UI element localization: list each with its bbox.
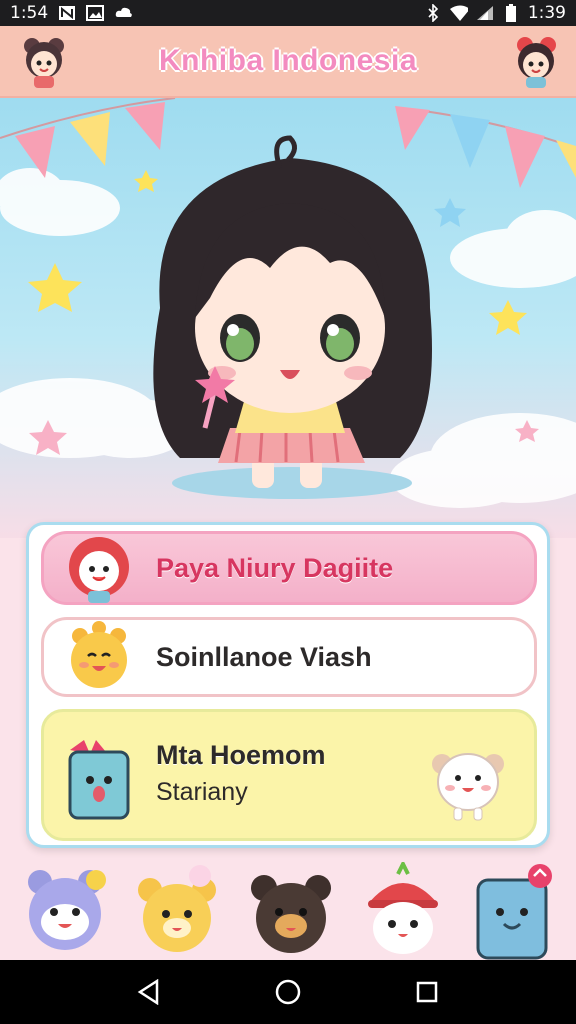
recents-icon[interactable] — [407, 972, 447, 1012]
yellow-sun-mascot-icon — [60, 618, 138, 696]
bluetooth-icon — [424, 4, 442, 22]
menu-item-3-sublabel: Stariany — [156, 778, 248, 806]
wifi-icon — [449, 5, 468, 21]
blue-robot-icon[interactable] — [470, 862, 568, 960]
back-icon[interactable] — [129, 972, 169, 1012]
menu-item-3-label: Mta Hoemom — [156, 740, 326, 770]
n-icon — [58, 5, 76, 21]
hero-scene — [0, 98, 576, 538]
red-lion-mascot-icon — [60, 529, 138, 607]
image-icon — [86, 5, 105, 21]
mascot-row — [0, 859, 576, 960]
brown-bear-icon[interactable] — [242, 862, 340, 960]
girl-avatar-icon[interactable] — [16, 34, 72, 90]
app-header: Knhiba Indonesia — [0, 26, 576, 98]
status-time-left: 1:54 — [10, 3, 49, 23]
red-hair-girl-avatar-icon[interactable] — [508, 34, 564, 90]
status-time-right: 1:39 — [527, 3, 566, 23]
home-icon[interactable] — [268, 972, 308, 1012]
battery-icon — [502, 4, 520, 22]
page-title: Knhiba Indonesia — [158, 44, 418, 77]
system-nav-bar — [0, 960, 576, 1024]
menu-panel: Paya Niury Dagiite Soinllanoe Viash Mta — [26, 522, 550, 848]
status-bar: 1:54 1:39 — [0, 0, 576, 26]
menu-item-1-label: Paya Niury Dagiite — [156, 552, 394, 583]
menu-item-3[interactable]: Mta Hoemom Stariany — [41, 709, 537, 841]
hero-illustration — [0, 98, 576, 508]
yellow-bear-icon[interactable] — [128, 862, 226, 960]
menu-item-2-label: Soinllanoe Viash — [156, 641, 372, 672]
menu-item-1[interactable]: Paya Niury Dagiite — [41, 531, 537, 605]
menu-item-2[interactable]: Soinllanoe Viash — [41, 617, 537, 697]
purple-bunny-icon[interactable] — [16, 862, 114, 960]
blue-box-mascot-icon — [60, 736, 138, 820]
cloud-icon — [114, 5, 132, 21]
red-hat-bird-icon[interactable] — [354, 859, 452, 960]
signal-icon — [476, 5, 494, 21]
white-mouse-mascot-icon — [424, 738, 512, 824]
